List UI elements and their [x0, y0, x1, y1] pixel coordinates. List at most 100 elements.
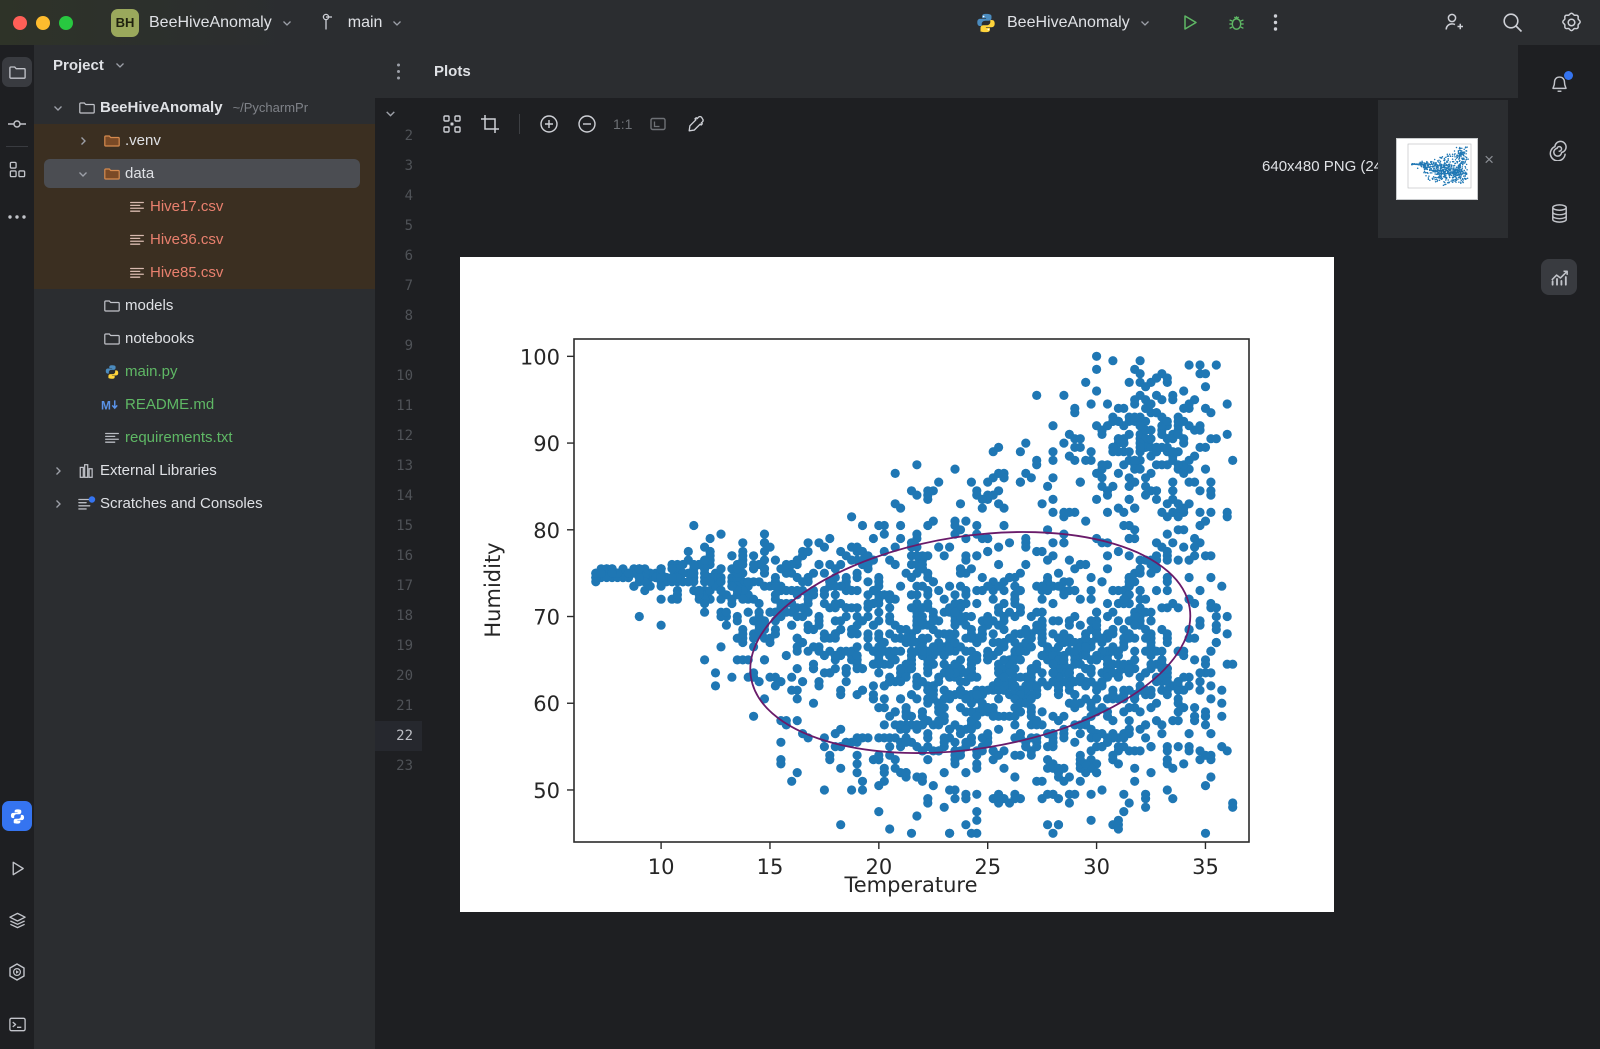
- tree-item-venv[interactable]: .venv: [34, 124, 375, 157]
- plot-image[interactable]: 10 15 20 25 30 35 50 60 70 80 90 100 Temperature Hu…: [460, 257, 1334, 912]
- line-number: 11: [396, 398, 413, 414]
- window-controls[interactable]: [13, 15, 73, 30]
- crop-icon[interactable]: [474, 109, 506, 139]
- project-tree[interactable]: BeeHiveAnomaly ~/PycharmPr .venv data Hive17…: [34, 91, 375, 520]
- folder-icon: [99, 297, 125, 315]
- git-branch-icon: [321, 13, 338, 32]
- svg-text:90: 90: [533, 432, 560, 456]
- sidebar-item-database[interactable]: [1541, 195, 1577, 231]
- commit-icon: [7, 114, 27, 134]
- tree-item-label: main.py: [125, 363, 178, 380]
- pycharm-window: BH BeeHiveAnomaly main BeeHiveAnomaly Pr…: [0, 0, 1600, 1049]
- divider: [6, 146, 28, 147]
- svg-text:15: 15: [757, 855, 784, 879]
- tab-plots[interactable]: Plots: [434, 63, 471, 80]
- zoom-out-icon[interactable]: [571, 109, 603, 139]
- svg-text:10: 10: [648, 855, 675, 879]
- tree-item-label: Scratches and Consoles: [100, 495, 263, 512]
- fit-window-icon[interactable]: [642, 109, 674, 139]
- chevron-down-icon[interactable]: [52, 102, 74, 114]
- svg-text:30: 30: [1083, 855, 1110, 879]
- search-icon[interactable]: [1500, 10, 1525, 35]
- notification-badge: [1564, 71, 1573, 80]
- actual-size-button[interactable]: 1:1: [609, 116, 636, 132]
- collapse-chevron-icon[interactable]: [384, 107, 397, 120]
- spiral-icon: [1547, 137, 1571, 161]
- close-icon[interactable]: ×: [1484, 150, 1494, 170]
- tree-item-hive85[interactable]: Hive85.csv: [34, 256, 375, 289]
- line-number: 5: [404, 218, 413, 234]
- fit-content-icon[interactable]: [436, 109, 468, 139]
- tree-item-path: ~/PycharmPr: [232, 100, 309, 115]
- project-name-label[interactable]: BeeHiveAnomaly: [149, 14, 272, 32]
- folder-orange-icon: [99, 165, 125, 183]
- csv-file-icon: [124, 231, 150, 249]
- run-config-label[interactable]: BeeHiveAnomaly: [1007, 14, 1130, 32]
- tree-item-readme[interactable]: M README.md: [34, 388, 375, 421]
- chevron-down-icon: [391, 17, 403, 29]
- sidebar-item-terminal[interactable]: [2, 1009, 32, 1039]
- more-vertical-icon[interactable]: [1273, 12, 1278, 33]
- tree-item-hive17[interactable]: Hive17.csv: [34, 190, 375, 223]
- tree-item-mainpy[interactable]: main.py: [34, 355, 375, 388]
- plots-tab-bar: Plots: [422, 45, 1518, 98]
- tree-item-scratches[interactable]: Scratches and Consoles: [34, 487, 375, 520]
- sidebar-item-python-packages[interactable]: [2, 957, 32, 987]
- debug-button[interactable]: [1226, 12, 1247, 33]
- plot-thumbnail-panel: ×: [1378, 100, 1508, 238]
- tree-item-root[interactable]: BeeHiveAnomaly ~/PycharmPr: [34, 91, 375, 124]
- svg-text:80: 80: [533, 519, 560, 543]
- line-number: 23: [396, 758, 413, 774]
- sidebar-item-python-console[interactable]: [2, 801, 32, 831]
- tree-item-extlibs[interactable]: External Libraries: [34, 454, 375, 487]
- sidebar-item-structure[interactable]: [2, 154, 32, 184]
- close-window-button[interactable]: [13, 15, 27, 30]
- chevron-right-icon[interactable]: [77, 135, 99, 147]
- scratches-icon: [74, 495, 100, 513]
- svg-text:50: 50: [533, 779, 560, 803]
- plot-thumbnail[interactable]: [1396, 138, 1478, 200]
- folder-orange-icon: [99, 132, 125, 150]
- sidebar-item-ai-assistant[interactable]: [1541, 131, 1577, 167]
- y-axis-label: Humidity: [481, 542, 505, 637]
- sidebar-item-plots[interactable]: [1541, 259, 1577, 295]
- svg-text:70: 70: [533, 606, 560, 630]
- line-number: 3: [404, 158, 413, 174]
- terminal-icon: [8, 1015, 27, 1034]
- branch-label: main: [347, 13, 383, 31]
- tree-item-requirements[interactable]: requirements.txt: [34, 421, 375, 454]
- svg-text:25: 25: [974, 855, 1001, 879]
- tree-item-label: notebooks: [125, 330, 195, 347]
- tree-item-hive36[interactable]: Hive36.csv: [34, 223, 375, 256]
- tree-item-models[interactable]: models: [34, 289, 375, 322]
- gear-icon[interactable]: [1559, 10, 1584, 35]
- tree-item-data[interactable]: data: [34, 157, 375, 190]
- line-number: 20: [396, 668, 413, 684]
- x-axis-label: Temperature: [843, 873, 977, 897]
- sidebar-item-services[interactable]: [2, 905, 32, 935]
- chevron-down-icon[interactable]: [77, 168, 99, 180]
- chevron-right-icon[interactable]: [52, 498, 74, 510]
- plots-toolbar: 1:1: [422, 98, 1518, 150]
- sidebar-item-run[interactable]: [2, 853, 32, 883]
- text-file-icon: [99, 429, 125, 447]
- chevron-down-icon[interactable]: [114, 59, 126, 71]
- minimize-window-button[interactable]: [36, 15, 50, 30]
- maximize-window-button[interactable]: [59, 15, 73, 30]
- tree-item-notebooks[interactable]: notebooks: [34, 322, 375, 355]
- csv-file-icon: [124, 264, 150, 282]
- sidebar-item-notifications[interactable]: [1541, 67, 1577, 103]
- right-activity-bar: [1518, 45, 1600, 1049]
- sidebar-item-more[interactable]: [2, 202, 32, 232]
- sidebar-item-project[interactable]: [2, 57, 32, 87]
- zoom-in-icon[interactable]: [533, 109, 565, 139]
- add-user-icon[interactable]: [1441, 10, 1466, 35]
- chevron-right-icon[interactable]: [52, 465, 74, 477]
- branch-selector[interactable]: main: [321, 13, 404, 32]
- run-button[interactable]: [1179, 12, 1200, 33]
- chevron-down-icon[interactable]: [1139, 17, 1151, 29]
- eyedropper-icon[interactable]: [680, 109, 712, 139]
- chevron-down-icon[interactable]: [281, 17, 293, 29]
- editor-options-button[interactable]: [375, 45, 422, 98]
- sidebar-item-commit[interactable]: [2, 109, 32, 139]
